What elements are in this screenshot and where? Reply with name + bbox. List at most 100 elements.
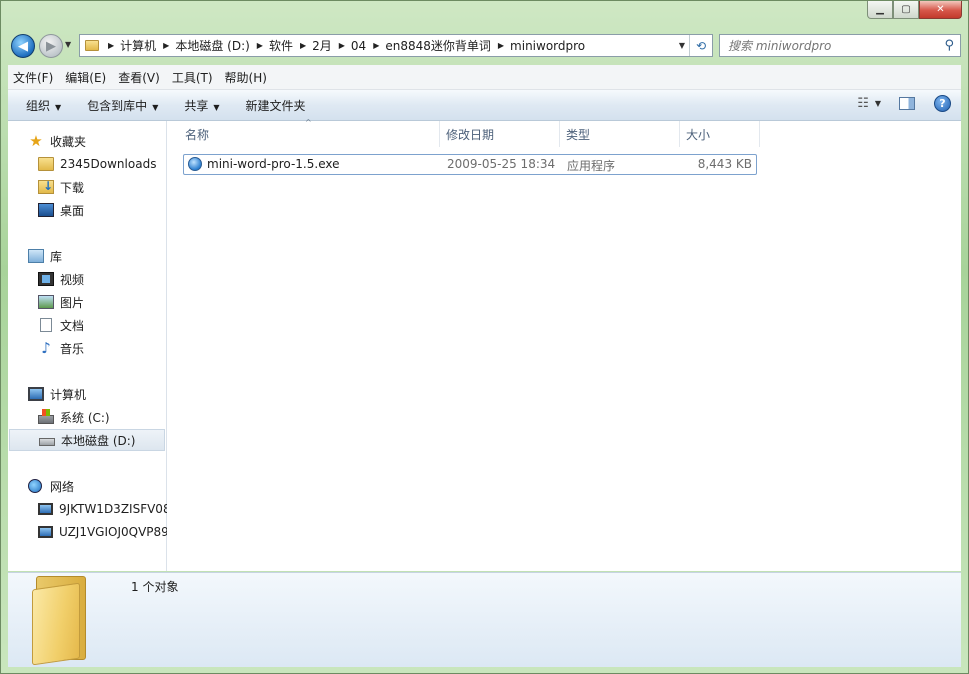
forward-button[interactable]: ▶ <box>39 34 63 58</box>
refresh-button[interactable]: ⟲ <box>689 35 712 56</box>
sidebar-favorites[interactable]: ★ 收藏夹 <box>28 130 86 152</box>
caption-buttons: ▁ ▢ ✕ <box>867 1 962 20</box>
sidebar-item-label: 文档 <box>60 318 85 333</box>
star-icon: ★ <box>29 132 43 150</box>
change-view-icon[interactable]: ☷ <box>857 96 869 111</box>
address-dropdown-icon[interactable]: ▼ <box>679 41 685 50</box>
sidebar-item-network-pc[interactable]: 9JKTW1D3ZISFV08 <box>38 498 171 520</box>
sidebar-item-desktop[interactable]: 桌面 <box>38 199 84 221</box>
back-button[interactable]: ◀ <box>11 34 35 58</box>
navigation-pane: ★ 收藏夹 2345Downloads 下载 桌面 库 视频 图片 <box>8 121 171 571</box>
sidebar-item-label: 音乐 <box>60 341 85 356</box>
organize-button[interactable]: 组织 ▼ <box>8 97 69 114</box>
details-pane: 1 个对象 <box>8 572 961 667</box>
address-bar[interactable]: ▶ 计算机 ▶ 本地磁盘 (D:) ▶ 软件 ▶ 2月 ▶ 04 ▶ en884… <box>79 34 713 57</box>
sidebar-item-label: 2345Downloads <box>60 157 157 171</box>
include-in-library-button[interactable]: 包含到库中 ▼ <box>69 97 166 114</box>
sidebar-item-label: 视频 <box>60 272 85 287</box>
item-count: 1 个对象 <box>131 580 179 594</box>
music-icon: ♪ <box>41 339 51 357</box>
file-row[interactable]: mini-word-pro-1.5.exe 2009-05-25 18:34 应… <box>183 154 757 175</box>
system-drive-icon <box>38 408 54 424</box>
breadcrumb-separator[interactable]: ▶ <box>163 41 169 50</box>
share-button[interactable]: 共享 ▼ <box>166 97 227 114</box>
search-box[interactable]: ⚲ <box>719 34 961 57</box>
drive-icon <box>39 438 55 446</box>
breadcrumb-separator[interactable]: ▶ <box>373 41 379 50</box>
sidebar-network[interactable]: 网络 <box>28 475 74 497</box>
network-icon <box>28 479 42 493</box>
help-icon[interactable]: ? <box>934 95 951 112</box>
menu-tools[interactable]: 工具(T) <box>167 69 218 86</box>
sidebar-computer[interactable]: 计算机 <box>28 383 86 405</box>
view-options-dropdown[interactable]: ▼ <box>875 99 881 108</box>
breadcrumb-separator[interactable]: ▶ <box>339 41 345 50</box>
sidebar-item-network-pc[interactable]: UZJ1VGIOJ0QVP89 <box>38 521 169 543</box>
breadcrumb-computer[interactable]: 计算机 <box>120 37 156 54</box>
file-name: mini-word-pro-1.5.exe <box>207 157 340 171</box>
sidebar-item-2345downloads[interactable]: 2345Downloads <box>38 153 156 175</box>
menu-view[interactable]: 查看(V) <box>113 69 165 86</box>
share-label: 共享 <box>184 98 209 113</box>
sidebar-item-videos[interactable]: 视频 <box>38 268 84 290</box>
sidebar-item-documents[interactable]: 文档 <box>38 314 84 336</box>
sidebar-item-label: 本地磁盘 (D:) <box>61 433 136 448</box>
sidebar-item-label: 9JKTW1D3ZISFV08 <box>59 502 171 516</box>
breadcrumb-software[interactable]: 软件 <box>269 37 293 54</box>
file-list: ^ 名称 修改日期 类型 大小 mini-word-pro-1.5.exe 20… <box>167 118 961 571</box>
folder-icon <box>32 576 88 666</box>
document-icon <box>40 318 52 332</box>
sidebar-computer-label: 计算机 <box>50 387 87 402</box>
application-icon <box>188 157 202 171</box>
sidebar-item-music[interactable]: ♪ 音乐 <box>38 337 84 359</box>
sidebar-item-label: 下载 <box>60 180 85 195</box>
breadcrumb-separator[interactable]: ▶ <box>108 41 114 50</box>
breadcrumb-miniwordpro[interactable]: miniwordpro <box>510 39 585 53</box>
breadcrumb-february[interactable]: 2月 <box>312 37 332 54</box>
folder-icon <box>38 157 54 171</box>
sidebar-libraries[interactable]: 库 <box>28 245 62 267</box>
column-header-type[interactable]: 类型 <box>560 121 680 147</box>
menu-file[interactable]: 文件(F) <box>8 69 58 86</box>
breadcrumb-separator[interactable]: ▶ <box>498 41 504 50</box>
column-header-date[interactable]: 修改日期 <box>440 121 560 147</box>
computer-icon <box>28 387 44 401</box>
breadcrumb: ▶ 计算机 ▶ 本地磁盘 (D:) ▶ 软件 ▶ 2月 ▶ 04 ▶ en884… <box>101 37 585 54</box>
include-in-library-label: 包含到库中 <box>87 98 148 113</box>
maximize-button[interactable]: ▢ <box>893 1 919 19</box>
new-folder-button[interactable]: 新建文件夹 <box>228 97 314 114</box>
close-button[interactable]: ✕ <box>919 1 962 19</box>
sidebar-item-label: 图片 <box>60 295 85 310</box>
folder-icon <box>85 40 99 51</box>
network-computer-icon <box>38 503 53 515</box>
menu-bar: 文件(F) 编辑(E) 查看(V) 工具(T) 帮助(H) <box>8 65 961 90</box>
view-controls: ☷ ▼ ? <box>857 95 951 112</box>
breadcrumb-drive-d[interactable]: 本地磁盘 (D:) <box>175 37 249 54</box>
navigation-row: ◀ ▶ ▼ ▶ 计算机 ▶ 本地磁盘 (D:) ▶ 软件 ▶ 2月 ▶ 04 ▶… <box>1 31 968 61</box>
sidebar-item-label: UZJ1VGIOJ0QVP89 <box>59 525 169 539</box>
breadcrumb-separator[interactable]: ▶ <box>300 41 306 50</box>
sidebar-item-drive-c[interactable]: 系统 (C:) <box>38 406 110 428</box>
desktop-icon <box>38 203 54 217</box>
sidebar-item-drive-d[interactable]: 本地磁盘 (D:) <box>9 429 165 451</box>
column-header-size[interactable]: 大小 <box>680 121 760 147</box>
search-input[interactable] <box>720 38 938 53</box>
search-icon[interactable]: ⚲ <box>944 38 954 53</box>
breadcrumb-04[interactable]: 04 <box>351 39 366 53</box>
pictures-icon <box>38 295 54 309</box>
breadcrumb-separator[interactable]: ▶ <box>257 41 263 50</box>
menu-help[interactable]: 帮助(H) <box>220 69 272 86</box>
menu-edit[interactable]: 编辑(E) <box>60 69 111 86</box>
column-header-name[interactable]: 名称 <box>179 121 440 147</box>
preview-pane-icon[interactable] <box>899 97 915 110</box>
minimize-button[interactable]: ▁ <box>867 1 893 19</box>
sidebar-network-label: 网络 <box>50 479 75 494</box>
explorer-window: ▁ ▢ ✕ ◀ ▶ ▼ ▶ 计算机 ▶ 本地磁盘 (D:) ▶ 软件 ▶ 2月 … <box>0 0 969 674</box>
recent-pages-dropdown[interactable]: ▼ <box>65 40 71 49</box>
chevron-down-icon: ▼ <box>152 102 159 112</box>
breadcrumb-en8848[interactable]: en8848迷你背单词 <box>385 37 491 54</box>
sidebar-item-downloads[interactable]: 下载 <box>38 176 84 198</box>
libraries-icon <box>28 249 44 263</box>
organize-label: 组织 <box>26 98 51 113</box>
sidebar-item-pictures[interactable]: 图片 <box>38 291 84 313</box>
